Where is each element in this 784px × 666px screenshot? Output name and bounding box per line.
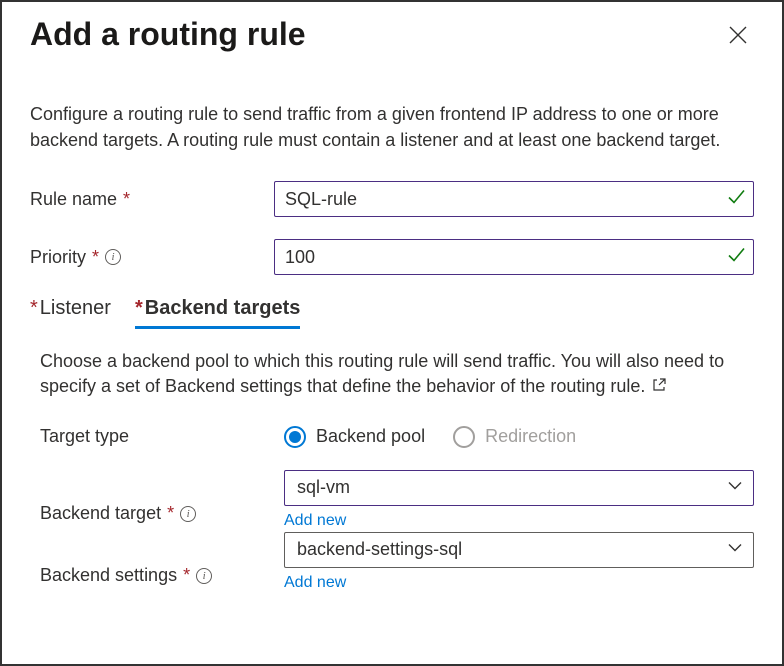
backend-target-row: Backend target * i sql-vm Add new bbox=[40, 470, 754, 530]
routing-rule-panel: Add a routing rule Configure a routing r… bbox=[0, 0, 784, 666]
required-asterisk: * bbox=[92, 247, 99, 268]
radio-redirection[interactable]: Redirection bbox=[453, 426, 576, 448]
panel-title: Add a routing rule bbox=[30, 16, 306, 53]
rule-name-label-text: Rule name bbox=[30, 189, 117, 210]
backend-settings-label: Backend settings * i bbox=[40, 532, 284, 592]
tab-listener[interactable]: *Listener bbox=[30, 297, 111, 329]
tab-description: Choose a backend pool to which this rout… bbox=[40, 349, 754, 399]
backend-target-value: sql-vm bbox=[297, 477, 350, 498]
radio-backend-pool[interactable]: Backend pool bbox=[284, 426, 425, 448]
backend-target-add-new-link[interactable]: Add new bbox=[284, 512, 754, 530]
backend-settings-value: backend-settings-sql bbox=[297, 539, 462, 560]
info-icon[interactable]: i bbox=[196, 568, 212, 584]
target-type-radio-group: Backend pool Redirection bbox=[284, 426, 754, 448]
radio-selected-icon bbox=[284, 426, 306, 448]
checkmark-icon bbox=[726, 187, 746, 212]
external-link-icon[interactable] bbox=[652, 374, 666, 399]
radio-backend-pool-label: Backend pool bbox=[316, 426, 425, 447]
backend-settings-row: Backend settings * i backend-settings-sq… bbox=[40, 532, 754, 592]
priority-input[interactable] bbox=[274, 239, 754, 275]
rule-name-label: Rule name * bbox=[30, 189, 274, 210]
backend-target-label-text: Backend target bbox=[40, 503, 161, 524]
required-asterisk: * bbox=[135, 297, 143, 319]
required-asterisk: * bbox=[30, 297, 38, 319]
info-icon[interactable]: i bbox=[105, 249, 121, 265]
panel-description: Configure a routing rule to send traffic… bbox=[30, 101, 754, 153]
required-asterisk: * bbox=[123, 189, 130, 210]
rule-name-input[interactable] bbox=[274, 181, 754, 217]
backend-settings-label-text: Backend settings bbox=[40, 565, 177, 586]
tab-backend-targets-label: Backend targets bbox=[145, 297, 301, 319]
backend-target-label: Backend target * i bbox=[40, 470, 284, 530]
required-asterisk: * bbox=[183, 565, 190, 586]
tab-description-text: Choose a backend pool to which this rout… bbox=[40, 351, 724, 396]
radio-unselected-icon bbox=[453, 426, 475, 448]
tab-backend-targets[interactable]: *Backend targets bbox=[135, 297, 300, 329]
priority-row: Priority * i bbox=[30, 239, 754, 275]
close-icon bbox=[729, 26, 747, 44]
target-type-label: Target type bbox=[40, 426, 284, 447]
checkmark-icon bbox=[726, 245, 746, 270]
priority-label: Priority * i bbox=[30, 247, 274, 268]
priority-label-text: Priority bbox=[30, 247, 86, 268]
backend-settings-add-new-link[interactable]: Add new bbox=[284, 574, 754, 592]
required-asterisk: * bbox=[167, 503, 174, 524]
tab-listener-label: Listener bbox=[40, 297, 111, 319]
rule-name-row: Rule name * bbox=[30, 181, 754, 217]
chevron-down-icon bbox=[727, 539, 743, 560]
target-type-label-text: Target type bbox=[40, 426, 129, 447]
target-type-row: Target type Backend pool Redirection bbox=[40, 426, 754, 448]
tab-bar: *Listener *Backend targets bbox=[30, 297, 754, 329]
info-icon[interactable]: i bbox=[180, 506, 196, 522]
chevron-down-icon bbox=[727, 477, 743, 498]
backend-target-select[interactable]: sql-vm bbox=[284, 470, 754, 506]
close-button[interactable] bbox=[722, 19, 754, 51]
radio-redirection-label: Redirection bbox=[485, 426, 576, 447]
panel-header: Add a routing rule bbox=[30, 16, 754, 53]
backend-settings-select[interactable]: backend-settings-sql bbox=[284, 532, 754, 568]
